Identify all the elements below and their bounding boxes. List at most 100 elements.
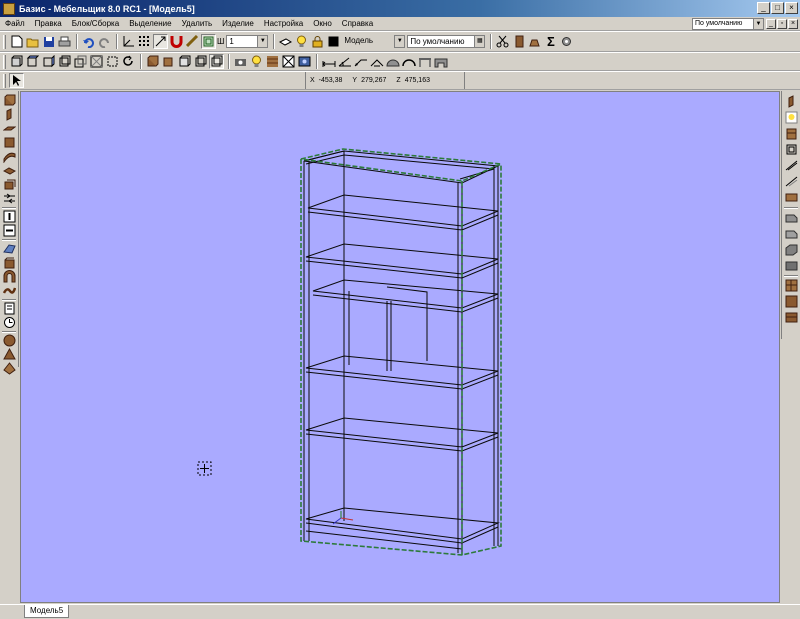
menu-product[interactable]: Изделие: [217, 19, 259, 28]
lamp-icon[interactable]: [249, 54, 264, 69]
arc-icon[interactable]: [401, 54, 416, 69]
pointer-icon[interactable]: [9, 73, 24, 88]
texture-icon[interactable]: [265, 54, 280, 69]
step-field[interactable]: 1 ▼: [226, 35, 269, 48]
door-right-icon[interactable]: [784, 226, 799, 241]
handle-icon[interactable]: [2, 284, 17, 297]
rotate-icon[interactable]: [121, 54, 136, 69]
box-panel-icon[interactable]: [2, 94, 17, 107]
view-select[interactable]: По умолчанию ▼: [692, 17, 764, 30]
view-top-icon[interactable]: [25, 54, 40, 69]
frame-icon[interactable]: [784, 142, 799, 157]
profile-icon[interactable]: [385, 54, 400, 69]
menu-selection[interactable]: Выделение: [124, 19, 176, 28]
layer-name-field[interactable]: Модель: [342, 35, 392, 48]
close-button[interactable]: ×: [785, 2, 798, 14]
model-viewport[interactable]: [20, 91, 780, 603]
open-folder-icon[interactable]: [25, 34, 40, 49]
magnet-icon[interactable]: [169, 34, 184, 49]
toolbar-grip[interactable]: [3, 54, 6, 69]
horizontal-panel-icon[interactable]: [2, 122, 17, 135]
menu-settings[interactable]: Настройка: [259, 19, 308, 28]
panel-icon[interactable]: [511, 34, 526, 49]
door-left-icon[interactable]: [784, 210, 799, 225]
view-wire-icon[interactable]: [89, 54, 104, 69]
arch-icon[interactable]: [2, 270, 17, 283]
lightbulb-icon[interactable]: [294, 34, 309, 49]
stack-panel-icon[interactable]: [2, 178, 17, 191]
snapshot-icon[interactable]: [297, 54, 312, 69]
image-icon[interactable]: [281, 54, 296, 69]
ortho-snap-icon[interactable]: [153, 34, 168, 49]
layers-icon[interactable]: [201, 34, 216, 49]
mdi-close-button[interactable]: ×: [788, 18, 798, 29]
redo-icon[interactable]: [97, 34, 112, 49]
render-wire-icon[interactable]: [193, 54, 208, 69]
print-icon[interactable]: [57, 34, 72, 49]
door-icon[interactable]: [2, 242, 17, 255]
hint-bulb-icon[interactable]: [784, 110, 799, 125]
axes-icon[interactable]: [121, 34, 136, 49]
cone-icon[interactable]: [2, 348, 17, 361]
bridge-icon[interactable]: [433, 54, 448, 69]
layer-manager-icon[interactable]: [278, 34, 293, 49]
grid-icon[interactable]: [137, 34, 152, 49]
lock-icon[interactable]: [310, 34, 325, 49]
view-front-icon[interactable]: [9, 54, 24, 69]
sphere-icon[interactable]: [2, 334, 17, 347]
drawer-icon[interactable]: [2, 256, 17, 269]
clock-icon[interactable]: [2, 316, 17, 329]
section-icon[interactable]: [369, 54, 384, 69]
mdi-minimize-button[interactable]: _: [766, 18, 776, 29]
assembly-2-icon[interactable]: [784, 294, 799, 309]
tab-model5[interactable]: Модель5: [24, 605, 70, 618]
sum-icon[interactable]: Σ: [543, 34, 558, 49]
menu-file[interactable]: Файл: [0, 19, 30, 28]
material-icon[interactable]: [527, 34, 542, 49]
render-wire-active-icon[interactable]: [209, 54, 224, 69]
shelf-panel-icon[interactable]: [2, 164, 17, 177]
table-icon[interactable]: [417, 54, 432, 69]
view-iso-icon[interactable]: [57, 54, 72, 69]
menu-help[interactable]: Справка: [337, 19, 378, 28]
new-file-icon[interactable]: [9, 34, 24, 49]
settings-gear-icon[interactable]: [559, 34, 574, 49]
maximize-button[interactable]: □: [771, 2, 784, 14]
render-solid-icon[interactable]: [145, 54, 160, 69]
toolbar-grip[interactable]: [3, 73, 6, 88]
facade-icon[interactable]: [784, 242, 799, 257]
distribute-horizontal-icon[interactable]: [2, 224, 17, 237]
render-hidden-icon[interactable]: [177, 54, 192, 69]
fastener-icon[interactable]: [2, 302, 17, 315]
render-box-icon[interactable]: [161, 54, 176, 69]
menu-window[interactable]: Окно: [308, 19, 337, 28]
cross-icon[interactable]: [2, 192, 17, 205]
front-panel-icon[interactable]: [2, 136, 17, 149]
edge-icon[interactable]: [784, 158, 799, 173]
vertical-panel-icon[interactable]: [2, 108, 17, 121]
hole-icon[interactable]: [784, 190, 799, 205]
scissors-icon[interactable]: [495, 34, 510, 49]
drawer-box-icon[interactable]: [784, 258, 799, 273]
linetype-field[interactable]: По умолчанию ▦: [407, 35, 486, 48]
dimension-angle-icon[interactable]: [337, 54, 352, 69]
view-left-icon[interactable]: [41, 54, 56, 69]
pyramid-icon[interactable]: [2, 362, 17, 375]
distribute-vertical-icon[interactable]: [2, 210, 17, 223]
leader-icon[interactable]: [353, 54, 368, 69]
menu-block-assembly[interactable]: Блок/Сборка: [67, 19, 124, 28]
assembly-3-icon[interactable]: [784, 310, 799, 325]
measure-icon[interactable]: [185, 34, 200, 49]
groove-icon[interactable]: [784, 174, 799, 189]
menu-delete[interactable]: Удалить: [177, 19, 218, 28]
curved-panel-icon[interactable]: [2, 150, 17, 163]
minimize-button[interactable]: _: [757, 2, 770, 14]
cabinet-icon[interactable]: [784, 126, 799, 141]
view-iso2-icon[interactable]: [73, 54, 88, 69]
zoom-fit-icon[interactable]: [105, 54, 120, 69]
layer-color-swatch[interactable]: [326, 34, 341, 49]
camera-icon[interactable]: [233, 54, 248, 69]
save-icon[interactable]: [41, 34, 56, 49]
mdi-restore-button[interactable]: ▫: [777, 18, 787, 29]
undo-icon[interactable]: [81, 34, 96, 49]
